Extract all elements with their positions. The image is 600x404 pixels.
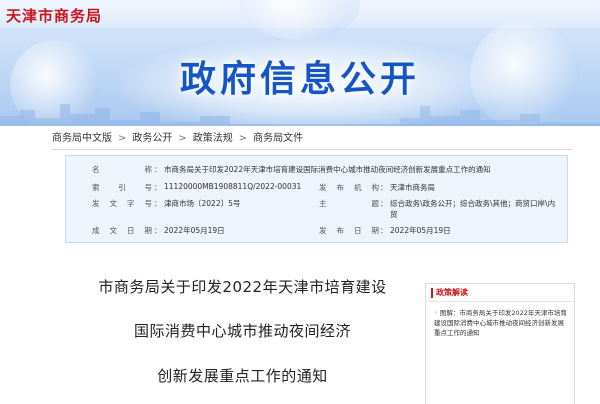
policy-interpretation-panel: 政策解读 ◦ 图解：市商务局关于印发2022年天津市培育建设国际消费中心城市推动夜… bbox=[425, 283, 575, 404]
banner-title: 政府信息公开 bbox=[179, 59, 420, 100]
site-logo[interactable]: 天津市商务局 bbox=[6, 5, 102, 26]
issuer-value: 天津市商务局 bbox=[390, 183, 435, 192]
document-title-line-2: 国际消费中心城市推动夜间经济 bbox=[133, 322, 351, 340]
breadcrumb-gov-affairs[interactable]: 政务公开 bbox=[132, 128, 172, 150]
colon: ： bbox=[154, 183, 162, 192]
created-date-label: 成文日期 bbox=[92, 226, 152, 235]
created-date-value: 2022年05月19日 bbox=[164, 226, 225, 235]
breadcrumb: 商务局中文版 > 政务公开 > 政策法规 > 商务局文件 bbox=[52, 128, 572, 150]
document-title-line-3: 创新发展重点工作的通知 bbox=[157, 367, 328, 385]
published-date-label: 发布日期 bbox=[319, 226, 379, 235]
breadcrumb-separator: > bbox=[178, 132, 187, 144]
policy-interpretation-heading: 政策解读 bbox=[426, 284, 574, 302]
document-title-line-1: 市商务局关于印发2022年天津市培育建设 bbox=[98, 278, 387, 296]
policy-interpretation-link[interactable]: ◦ 图解：市商务局关于印发2022年天津市培育建设国际消费中心城市推动夜间经济创新… bbox=[434, 308, 568, 338]
policy-interpretation-link-text: 图解：市商务局关于印发2022年天津市培育建设国际消费中心城市推动夜间经济创新发… bbox=[434, 309, 567, 337]
colon: ： bbox=[154, 165, 162, 174]
banner-flower-decoration bbox=[240, 0, 360, 40]
header-banner: 天津市商务局 政府信息公开 bbox=[0, 0, 600, 126]
document-info-table: 名 称 ： 市商务局关于印发2022年天津市培育建设国际消费中心城市推动夜间经济… bbox=[65, 155, 568, 243]
index-value: 11120000MB1908811Q/2022-00031 bbox=[164, 182, 302, 191]
name-value: 市商务局关于印发2022年天津市培育建设国际消费中心城市推动夜间经济创新发展重点… bbox=[164, 165, 491, 174]
breadcrumb-policies[interactable]: 政策法规 bbox=[193, 128, 233, 150]
breadcrumb-separator: > bbox=[118, 132, 127, 144]
issuer-label: 发布机构 bbox=[319, 183, 379, 192]
colon: ： bbox=[154, 199, 162, 208]
breadcrumb-bureau-documents[interactable]: 商务局文件 bbox=[253, 128, 303, 150]
docno-value: 津商市场〔2022〕5号 bbox=[164, 199, 241, 208]
bullet-icon: ◦ bbox=[434, 309, 438, 317]
breadcrumb-separator: > bbox=[238, 132, 248, 144]
docno-label: 发文字号 bbox=[92, 199, 152, 208]
subject-value: 综合政务\政务公开；综合政务\其他；商贸口岸\内贸 bbox=[390, 199, 556, 219]
subject-label: 主 题 bbox=[319, 199, 379, 208]
published-date-value: 2022年05月19日 bbox=[390, 226, 451, 235]
breadcrumb-home[interactable]: 商务局中文版 bbox=[52, 128, 112, 150]
colon: ： bbox=[154, 226, 162, 235]
index-label: 索 引 号 bbox=[92, 183, 152, 192]
name-label: 名 称 bbox=[92, 165, 152, 174]
colon: ： bbox=[380, 226, 388, 235]
policy-interpretation-list: ◦ 图解：市商务局关于印发2022年天津市培育建设国际消费中心城市推动夜间经济创新… bbox=[426, 302, 574, 338]
colon: ： bbox=[380, 183, 388, 192]
colon: ： bbox=[380, 199, 388, 208]
